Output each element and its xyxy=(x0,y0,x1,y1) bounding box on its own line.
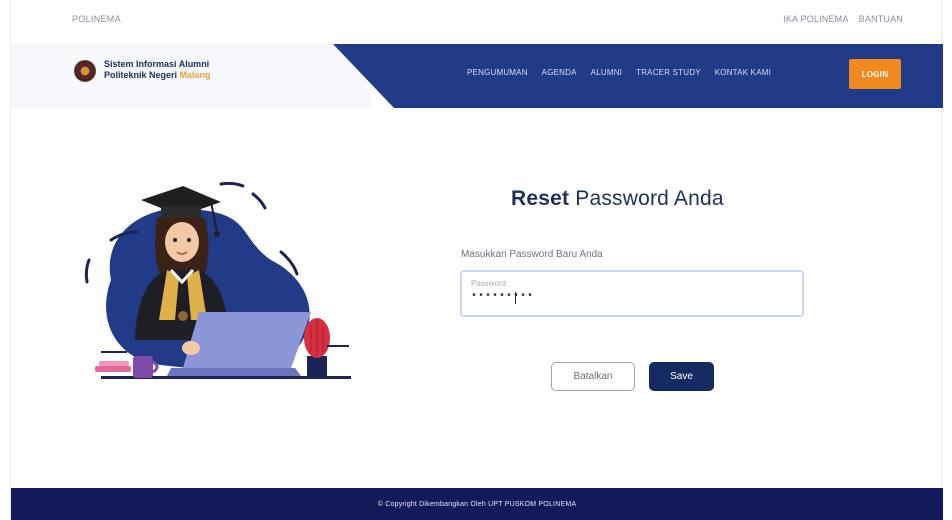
topbar-link-ika-polinema[interactable]: IKA POLINEMA xyxy=(783,14,848,24)
mug-handle xyxy=(152,360,159,374)
main-header: Sistem Informasi Alumni Politeknik Neger… xyxy=(11,44,943,108)
topbar-brand[interactable]: POLINEMA xyxy=(72,14,121,24)
footer-copyright: © Copyright Dikembangkan Oleh UPT PUSKOM… xyxy=(377,501,577,508)
face xyxy=(165,222,199,262)
mug xyxy=(133,356,153,378)
new-password-field[interactable]: Password ••••••••• xyxy=(460,270,804,317)
eye-left xyxy=(173,238,177,242)
top-utility-bar: POLINEMA IKA POLINEMA BANTUAN xyxy=(11,0,943,44)
polinema-logo-icon[interactable] xyxy=(74,60,96,82)
main-nav: PENGUMUMAN AGENDA ALUMNI TRACER STUDY KO… xyxy=(467,68,771,77)
topbar-links: IKA POLINEMA BANTUAN xyxy=(783,14,903,24)
graduate-illustration xyxy=(84,181,351,379)
laptop-screen xyxy=(183,312,311,368)
footer: © Copyright Dikembangkan Oleh UPT PUSKOM… xyxy=(11,488,943,520)
book-pink xyxy=(95,366,131,372)
new-password-label: Masukkan Password Baru Anda xyxy=(461,249,603,260)
topbar-link-bantuan[interactable]: BANTUAN xyxy=(859,14,903,24)
password-input[interactable]: ••••••••• xyxy=(471,291,791,302)
brand-line-1: Sistem Informasi Alumni xyxy=(104,59,210,69)
password-floating-label: Password xyxy=(471,279,507,288)
brand-line-2-accent: Malang xyxy=(179,70,211,80)
brand-line-2: Politeknik Negeri Malang xyxy=(104,70,211,81)
page-frame: POLINEMA IKA POLINEMA BANTUAN Sistem Inf… xyxy=(10,0,943,520)
save-button[interactable]: Save xyxy=(649,362,714,391)
nav-item-kontak-kami[interactable]: KONTAK KAMI xyxy=(715,68,771,77)
page-title: Reset Password Anda xyxy=(511,187,724,211)
nav-item-tracer-study[interactable]: TRACER STUDY xyxy=(636,68,701,77)
deco-dash-3 xyxy=(84,258,91,284)
login-button[interactable]: LOGIN xyxy=(849,59,901,89)
nav-item-alumni[interactable]: ALUMNI xyxy=(591,68,622,77)
cancel-button[interactable]: Batalkan xyxy=(551,362,635,391)
nav-item-agenda[interactable]: AGENDA xyxy=(542,68,577,77)
title-bold: Reset xyxy=(511,187,570,210)
deco-dash-1 xyxy=(219,181,245,188)
nav-item-pengumuman[interactable]: PENGUMUMAN xyxy=(467,68,528,77)
hand xyxy=(182,341,200,355)
cactus-pot xyxy=(307,356,327,376)
brand-text[interactable]: Sistem Informasi Alumni Politeknik Neger… xyxy=(104,59,211,81)
grad-cap-tassel-end xyxy=(214,231,220,237)
deco-dash-2 xyxy=(251,192,267,210)
brand-line-2-prefix: Politeknik Negeri xyxy=(104,70,180,80)
title-light: Password Anda xyxy=(569,187,724,210)
eye-right xyxy=(187,238,191,242)
text-cursor xyxy=(515,292,516,304)
book-pink-2 xyxy=(99,361,129,366)
grad-cap-base xyxy=(161,206,201,218)
gown-medal xyxy=(178,311,188,321)
laptop-base xyxy=(167,368,301,376)
